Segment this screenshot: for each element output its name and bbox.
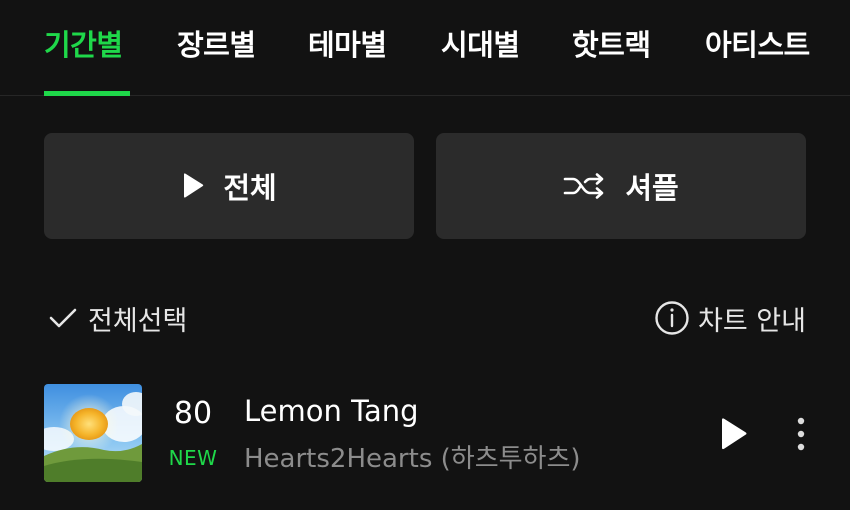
tab-hot-track[interactable]: 핫트랙 [572,22,651,96]
chart-info-label: 차트 안내 [698,305,806,337]
active-tab-indicator [44,91,130,96]
song-artist[interactable]: Hearts2Hearts (하츠투하츠) [244,438,581,475]
tab-genre[interactable]: 장르별 [177,22,256,96]
song-title[interactable]: Lemon Tang [244,394,419,428]
song-row[interactable]: 80 NEW Lemon Tang Hearts2Hearts (하츠투하츠) [0,382,850,486]
rank-number: 80 [173,396,213,431]
play-icon [722,418,747,450]
album-art[interactable] [44,384,142,482]
tab-artist[interactable]: 아티스트 [705,22,810,96]
info-icon [654,300,690,336]
shuffle-label: 셔플 [625,171,679,205]
play-all-label: 전체 [223,171,277,205]
play-all-button[interactable]: 전체 [44,133,414,239]
tab-period[interactable]: 기간별 [44,22,123,96]
category-tabs: 기간별 장르별 테마별 시대별 핫트랙 아티스트 [0,0,850,96]
tab-theme[interactable]: 테마별 [308,22,387,96]
tab-era[interactable]: 시대별 [441,22,520,96]
new-badge: NEW [168,446,218,470]
select-all-toggle[interactable]: 전체선택 [48,296,187,340]
more-vertical-icon [797,417,805,451]
check-icon [48,306,78,330]
play-song-button[interactable] [716,416,750,452]
shuffle-button[interactable]: 셔플 [436,133,806,239]
more-options-button[interactable] [786,416,816,452]
shuffle-icon [563,171,607,201]
chart-page: 기간별 장르별 테마별 시대별 핫트랙 아티스트 전체 셔플 전체선택 차트 안… [0,0,850,510]
chart-info-button[interactable]: 차트 안내 [654,296,806,340]
play-icon [181,172,205,200]
select-all-label: 전체선택 [88,305,188,337]
